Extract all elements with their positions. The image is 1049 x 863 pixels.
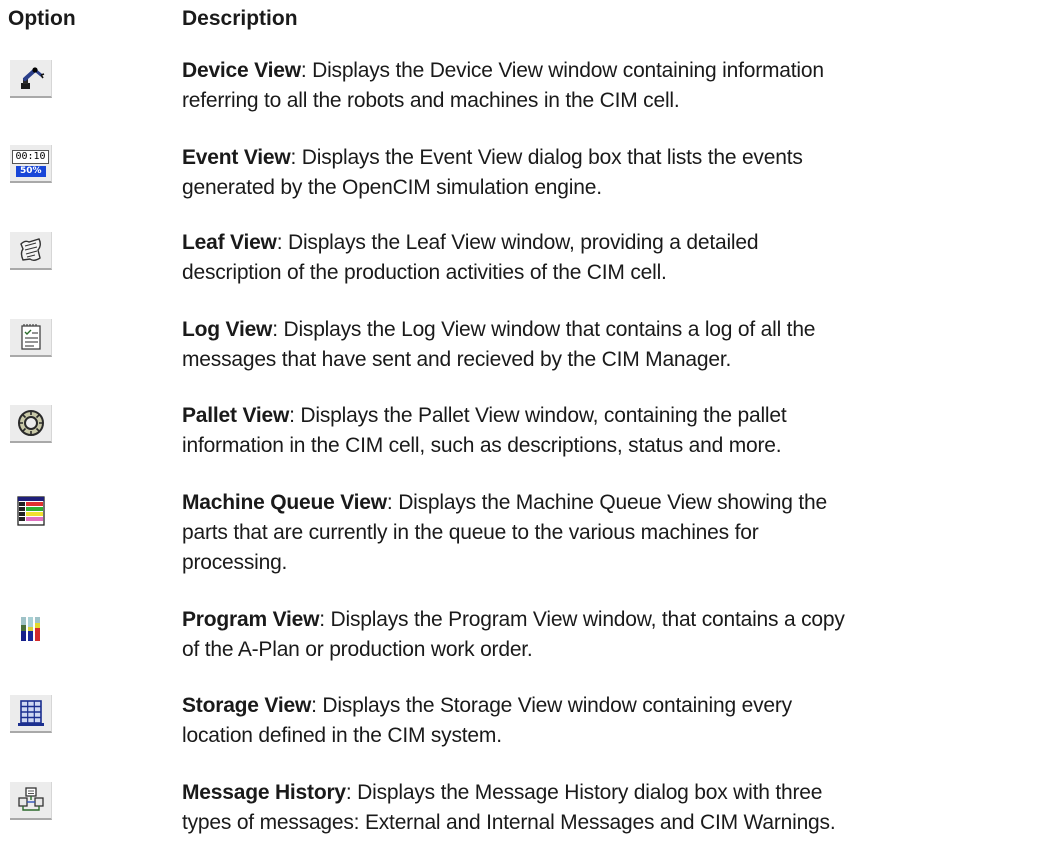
option-name: Program View [182, 608, 320, 631]
message-history-icon[interactable] [10, 782, 52, 820]
description-text: location defined in the CIM system. [182, 724, 502, 747]
option-name: Leaf View [182, 231, 277, 254]
option-name: Event View [182, 146, 291, 169]
description-text: generated by the OpenCIM simulation engi… [182, 176, 602, 199]
row-description: Machine Queue View: Displays the Machine… [182, 488, 1032, 578]
description-text: : Displays the Message History dialog bo… [345, 781, 823, 804]
description-text: : Displays the Program View window, that… [319, 608, 845, 631]
event-timer-progress: 50% [15, 165, 46, 177]
row-description: Storage View: Displays the Storage View … [182, 691, 1032, 751]
description-text: types of messages: External and Internal… [182, 811, 836, 834]
option-name: Machine Queue View [182, 491, 387, 514]
event-timer-icon[interactable]: 00:10 50% [10, 145, 52, 183]
description-text: : Displays the Leaf View window, providi… [276, 231, 759, 254]
option-name: Pallet View [182, 404, 290, 427]
option-name: Device View [182, 59, 301, 82]
row-description: Event View: Displays the Event View dial… [182, 143, 1032, 203]
leaf-document-icon[interactable] [10, 232, 52, 270]
description-text: : Displays the Storage View window conta… [311, 694, 792, 717]
description-text: description of the production activities… [182, 261, 667, 284]
program-bars-icon[interactable] [10, 609, 52, 647]
log-notepad-icon[interactable] [10, 319, 52, 357]
option-column-header: Option [8, 7, 76, 30]
description-text: parts that are currently in the queue to… [182, 521, 759, 544]
option-name: Storage View [182, 694, 312, 717]
storage-rack-icon[interactable] [10, 695, 52, 733]
option-name: Message History [182, 781, 346, 804]
description-text: : Displays the Machine Queue View showin… [386, 491, 827, 514]
options-table: Option Description Device View: Displays… [0, 0, 1049, 863]
description-text: referring to all the robots and machines… [182, 89, 680, 112]
description-text: : Displays the Event View dialog box tha… [290, 146, 803, 169]
description-text: : Displays the Device View window contai… [300, 59, 824, 82]
description-text: : Displays the Log View window that cont… [272, 318, 816, 341]
robot-arm-icon[interactable] [10, 60, 52, 98]
description-text: : Displays the Pallet View window, conta… [289, 404, 787, 427]
description-text: processing. [182, 551, 288, 574]
event-timer-time: 00:10 [12, 149, 49, 164]
machine-queue-icon[interactable] [10, 492, 52, 530]
row-description: Message History: Displays the Message Hi… [182, 778, 1032, 838]
pallet-ring-icon[interactable] [10, 405, 52, 443]
description-text: information in the CIM cell, such as des… [182, 434, 782, 457]
description-text: of the A-Plan or production work order. [182, 638, 533, 661]
row-description: Log View: Displays the Log View window t… [182, 315, 1032, 375]
row-description: Device View: Displays the Device View wi… [182, 56, 1032, 116]
description-column-header: Description [182, 7, 298, 30]
row-description: Leaf View: Displays the Leaf View window… [182, 228, 1032, 288]
row-description: Pallet View: Displays the Pallet View wi… [182, 401, 1032, 461]
option-name: Log View [182, 318, 273, 341]
row-description: Program View: Displays the Program View … [182, 605, 1032, 665]
description-text: messages that have sent and recieved by … [182, 348, 732, 371]
